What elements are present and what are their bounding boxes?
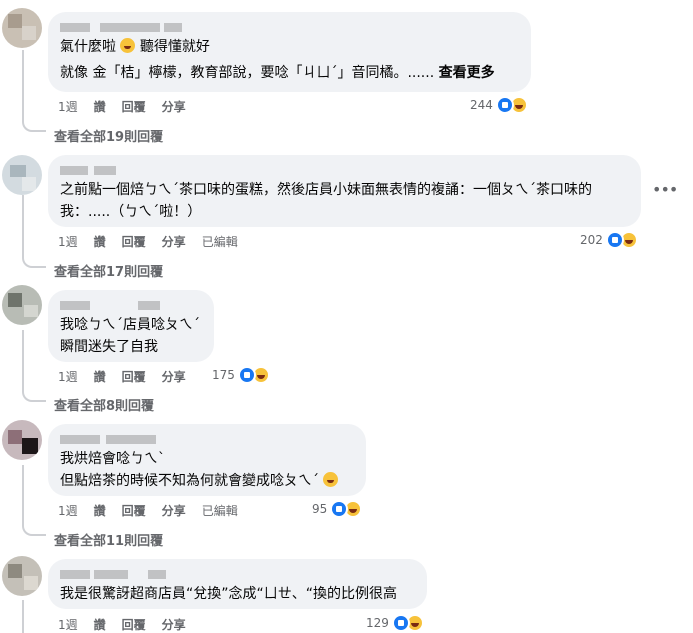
- timestamp[interactable]: 1週: [58, 502, 78, 519]
- share-button[interactable]: 分享: [162, 233, 186, 250]
- comment-text: 我是很驚訝超商店員“兌換”念成“ㄩㄝ、“換的比例很高: [60, 586, 398, 602]
- share-button[interactable]: 分享: [162, 98, 186, 115]
- reaction-summary[interactable]: 175: [212, 366, 270, 384]
- thread-line: [22, 465, 24, 523]
- like-reaction-icon: [605, 231, 624, 249]
- share-button[interactable]: 分享: [162, 616, 186, 633]
- edited-label[interactable]: 已編輯: [202, 502, 238, 519]
- view-replies-link[interactable]: 查看全部17則回覆: [54, 261, 163, 280]
- reaction-count: 244: [470, 98, 493, 112]
- thread-elbow: [22, 254, 46, 268]
- reply-button[interactable]: 回覆: [122, 616, 146, 633]
- more-options-icon[interactable]: •••: [652, 180, 678, 199]
- thread-elbow: [22, 388, 46, 402]
- timestamp[interactable]: 1週: [58, 616, 78, 633]
- view-replies-link[interactable]: 查看全部8則回覆: [54, 395, 154, 414]
- comment-bubble: 我唸ㄅㄟˊ店員唸ㄆㄟˊ 瞬間迷失了自我: [48, 290, 214, 362]
- like-button[interactable]: 讚: [94, 502, 106, 519]
- reaction-count: 129: [366, 616, 389, 630]
- view-replies-link[interactable]: 查看全部11則回覆: [54, 530, 163, 549]
- reaction-count: 95: [312, 502, 328, 516]
- like-button[interactable]: 讚: [94, 368, 106, 385]
- avatar[interactable]: [2, 420, 42, 460]
- comment-text: 我烘焙會唸ㄅㄟˋ: [60, 451, 165, 467]
- avatar[interactable]: [2, 556, 42, 596]
- share-button[interactable]: 分享: [162, 502, 186, 519]
- reply-button[interactable]: 回覆: [122, 98, 146, 115]
- like-reaction-icon: [391, 614, 410, 632]
- reaction-count: 175: [212, 368, 235, 382]
- comment-text: 我：.....（ㄅㄟˊ啦！）: [60, 204, 202, 220]
- author-name-blurred[interactable]: [60, 432, 354, 446]
- thread-line: [22, 330, 24, 390]
- comment-text: 氣什麼啦: [60, 39, 116, 55]
- comment-text: 瞬間迷失了自我: [60, 339, 158, 355]
- avatar[interactable]: [2, 155, 42, 195]
- author-name-blurred[interactable]: [60, 298, 202, 312]
- comment-text: 聽得懂就好: [139, 39, 210, 55]
- comment-actions: 1週 讚 回覆 分享 已編輯: [58, 233, 254, 250]
- thread-line: [22, 600, 24, 633]
- reaction-summary[interactable]: 202: [580, 231, 638, 249]
- avatar[interactable]: [2, 285, 42, 325]
- timestamp[interactable]: 1週: [58, 233, 78, 250]
- reaction-summary[interactable]: 95: [312, 500, 363, 518]
- reply-button[interactable]: 回覆: [122, 233, 146, 250]
- comment-text: 但點焙茶的時候不知為何就會變成唸ㄆㄟˊ: [60, 473, 319, 489]
- comment-bubble: 氣什麼啦 聽得懂就好 就像 金「桔」檸檬，教育部說，要唸「ㄐㄩˊ」音同橘。...…: [48, 12, 531, 92]
- comment-bubble: 我是很驚訝超商店員“兌換”念成“ㄩㄝ、“換的比例很高: [48, 559, 427, 609]
- edited-label[interactable]: 已編輯: [202, 233, 238, 250]
- author-name-blurred[interactable]: [60, 20, 519, 34]
- like-button[interactable]: 讚: [94, 98, 106, 115]
- like-button[interactable]: 讚: [94, 616, 106, 633]
- reaction-summary[interactable]: 129: [366, 614, 424, 632]
- comment-bubble: 我烘焙會唸ㄅㄟˋ 但點焙茶的時候不知為何就會變成唸ㄆㄟˊ: [48, 424, 366, 496]
- thread-line: [22, 50, 24, 120]
- author-name-blurred[interactable]: [60, 567, 415, 581]
- comment-actions: 1週 讚 回覆 分享: [58, 98, 202, 115]
- comment-actions: 1週 讚 回覆 分享: [58, 616, 202, 633]
- reaction-summary[interactable]: 244: [470, 96, 528, 114]
- view-replies-link[interactable]: 查看全部19則回覆: [54, 126, 163, 145]
- timestamp[interactable]: 1週: [58, 98, 78, 115]
- comment-actions: 1週 讚 回覆 分享: [58, 368, 202, 385]
- like-reaction-icon: [495, 96, 514, 114]
- laughing-emoji-icon: [323, 472, 339, 487]
- like-button[interactable]: 讚: [94, 233, 106, 250]
- avatar[interactable]: [2, 8, 42, 48]
- reply-button[interactable]: 回覆: [122, 368, 146, 385]
- see-more-link[interactable]: 查看更多: [439, 65, 495, 81]
- laughing-emoji-icon: [120, 38, 136, 53]
- like-reaction-icon: [237, 366, 256, 384]
- share-button[interactable]: 分享: [162, 368, 186, 385]
- reply-button[interactable]: 回覆: [122, 502, 146, 519]
- comment-text: 我唸ㄅㄟˊ店員唸ㄆㄟˊ: [60, 317, 200, 333]
- reaction-count: 202: [580, 233, 603, 247]
- thread-elbow: [22, 118, 46, 132]
- comment-text: 就像 金「桔」檸檬，教育部說，要唸「ㄐㄩˊ」音同橘。......: [60, 65, 435, 81]
- author-name-blurred[interactable]: [60, 163, 629, 177]
- comment-bubble: 之前點一個焙ㄅㄟˊ茶口味的蛋糕，然後店員小妹面無表情的複誦：一個ㄆㄟˊ茶口味的 …: [48, 155, 641, 227]
- thread-elbow: [22, 522, 46, 536]
- thread-line: [22, 195, 24, 255]
- comment-actions: 1週 讚 回覆 分享 已編輯: [58, 502, 254, 519]
- timestamp[interactable]: 1週: [58, 368, 78, 385]
- comment-text: 之前點一個焙ㄅㄟˊ茶口味的蛋糕，然後店員小妹面無表情的複誦：一個ㄆㄟˊ茶口味的: [60, 182, 592, 198]
